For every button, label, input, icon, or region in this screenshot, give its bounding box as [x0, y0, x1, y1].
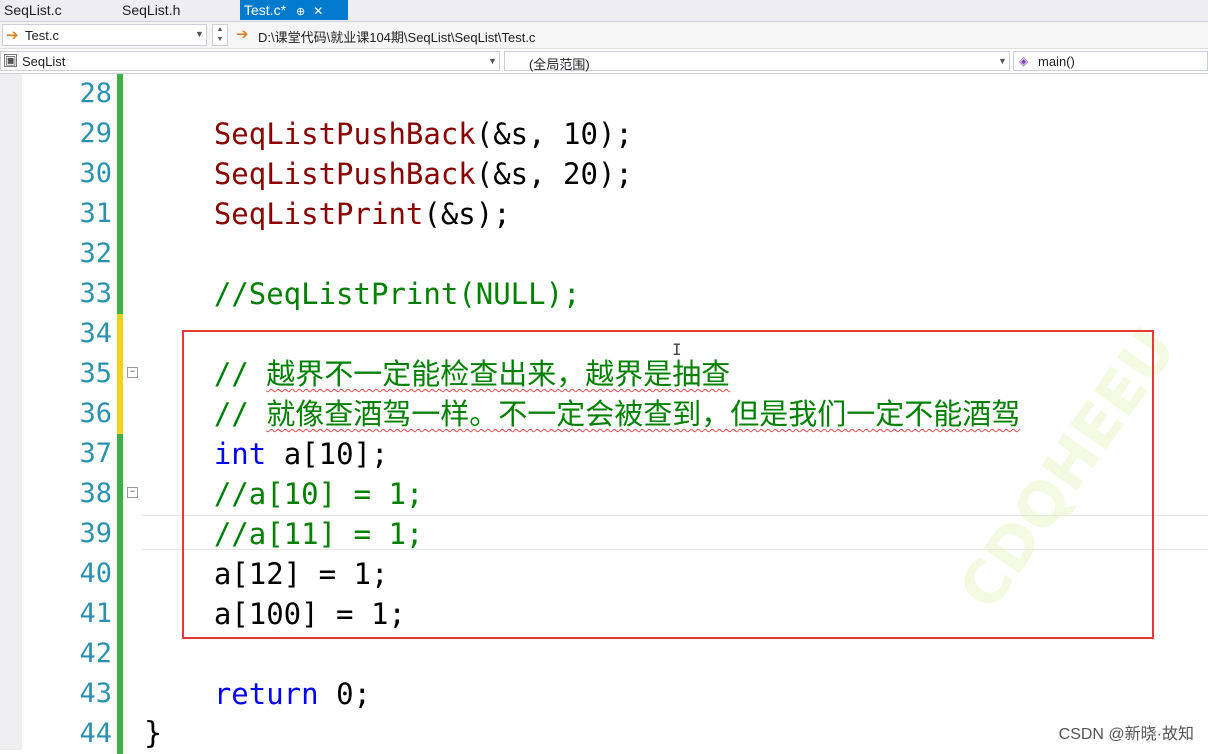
- code-text: //SeqListPrint(NULL);: [144, 274, 581, 314]
- chevron-down-icon: ▼: [195, 29, 204, 39]
- closing-brace: }: [144, 716, 163, 751]
- code-line[interactable]: 32: [0, 234, 1208, 274]
- project-dropdown[interactable]: ▣ SeqList ▼: [0, 51, 500, 71]
- code-token: SeqListPrint: [213, 197, 424, 231]
- line-number: 36: [79, 398, 112, 429]
- change-indicator: [117, 394, 123, 434]
- line-number: 38: [79, 478, 112, 509]
- fold-toggle-icon[interactable]: −: [127, 367, 138, 378]
- code-line[interactable]: 29 SeqListPushBack(&s, 10);: [0, 114, 1208, 154]
- line-number: 28: [79, 78, 112, 109]
- file-dropdown-value: Test.c: [25, 28, 59, 43]
- change-indicator: [117, 114, 123, 154]
- path-bar: ➔ Test.c ▼ ▲ ▼ ➔ D:\课堂代码\就业课104期\SeqList\…: [0, 22, 1208, 49]
- change-indicator: [117, 634, 123, 674]
- change-indicator: [117, 434, 123, 474]
- code-line[interactable]: 31 SeqListPrint(&s);: [0, 194, 1208, 234]
- code-token: (&s, 10);: [475, 117, 633, 151]
- code-token: (&s);: [423, 197, 511, 231]
- code-token: SeqListPushBack: [213, 157, 476, 191]
- change-indicator: [117, 74, 123, 114]
- code-editor[interactable]: CDQHEEU 28 29 SeqListPushBack(&s, 10); 30 …: [0, 74, 1208, 754]
- code-token: (&s, 20);: [475, 157, 633, 191]
- scroll-spinner[interactable]: ▲ ▼: [212, 24, 228, 46]
- tab-test-c[interactable]: Test.c* ⊕ ✕: [240, 0, 348, 20]
- line-number: 41: [79, 598, 112, 629]
- line-number: 34: [79, 318, 112, 349]
- tab-seqlist-h[interactable]: SeqList.h: [118, 0, 184, 20]
- line-number: 33: [79, 278, 112, 309]
- code-line[interactable]: 44}: [0, 714, 1208, 754]
- tab-label: SeqList.h: [122, 2, 181, 18]
- project-icon: ▣: [4, 53, 17, 67]
- line-number: 40: [79, 558, 112, 589]
- arrow-right-icon: ➔: [6, 27, 19, 44]
- line-number: 42: [79, 638, 112, 669]
- line-number: 35: [79, 358, 112, 389]
- code-text: SeqListPrint(&s);: [144, 194, 511, 234]
- annotation-highlight-box: [182, 330, 1154, 639]
- credit-watermark: CSDN @新晓·故知: [1058, 726, 1194, 743]
- change-indicator: [117, 474, 123, 514]
- line-number: 43: [79, 678, 112, 709]
- code-token: 0;: [318, 677, 371, 711]
- scope-dropdown[interactable]: (全局范围) ▼: [504, 51, 1010, 72]
- line-number: 29: [79, 118, 112, 149]
- change-indicator: [117, 674, 123, 714]
- scope-dropdown-value: (全局范围): [529, 57, 590, 72]
- change-indicator: [117, 554, 123, 594]
- arrow-right-icon: ➔: [236, 26, 249, 43]
- chevron-down-icon: ▼: [488, 56, 497, 66]
- text-cursor-icon: I: [672, 340, 682, 359]
- tab-seqlist-c[interactable]: SeqList.c: [0, 0, 66, 20]
- code-token: SeqListPushBack: [213, 117, 476, 151]
- file-dropdown[interactable]: ➔ Test.c ▼: [2, 24, 207, 46]
- code-line[interactable]: 28: [0, 74, 1208, 114]
- navigation-bar: ▣ SeqList ▼ (全局范围) ▼ ◈ main(): [0, 49, 1208, 74]
- line-number: 32: [79, 238, 112, 269]
- pin-icon[interactable]: ⊕: [296, 2, 305, 22]
- change-indicator: [117, 514, 123, 554]
- code-token: //SeqListPrint(NULL);: [213, 277, 581, 311]
- code-line[interactable]: 33 //SeqListPrint(NULL);: [0, 274, 1208, 314]
- chevron-down-icon: ▼: [998, 56, 1007, 66]
- line-number: 37: [79, 438, 112, 469]
- code-text: SeqListPushBack(&s, 20);: [144, 154, 633, 194]
- member-dropdown[interactable]: ◈ main(): [1013, 51, 1208, 71]
- file-path: D:\课堂代码\就业课104期\SeqList\SeqList\Test.c: [258, 30, 536, 45]
- line-number: 31: [79, 198, 112, 229]
- code-line[interactable]: 42: [0, 634, 1208, 674]
- close-icon[interactable]: ✕: [313, 1, 323, 21]
- code-text: return 0;: [144, 674, 371, 714]
- tab-label: SeqList.c: [4, 2, 62, 18]
- project-dropdown-value: SeqList: [22, 54, 66, 69]
- line-number: 30: [79, 158, 112, 189]
- change-indicator: [117, 274, 123, 314]
- code-token: return: [213, 677, 319, 711]
- change-indicator: [117, 194, 123, 234]
- change-indicator: [117, 594, 123, 634]
- code-line[interactable]: 43 return 0;: [0, 674, 1208, 714]
- member-dropdown-value: main(): [1038, 54, 1075, 69]
- change-indicator: [117, 154, 123, 194]
- change-indicator: [117, 314, 123, 354]
- code-text: SeqListPushBack(&s, 10);: [144, 114, 633, 154]
- tab-label: Test.c*: [244, 2, 287, 18]
- document-tab-strip: SeqList.c SeqList.h Test.c* ⊕ ✕: [0, 0, 1208, 22]
- code-line[interactable]: 30 SeqListPushBack(&s, 20);: [0, 154, 1208, 194]
- change-indicator: [117, 234, 123, 274]
- method-icon: ◈: [1019, 54, 1029, 68]
- change-indicator: [117, 714, 123, 754]
- change-indicator: [117, 354, 123, 394]
- fold-toggle-icon[interactable]: −: [127, 487, 138, 498]
- line-number: 44: [79, 718, 112, 749]
- line-number: 39: [79, 518, 112, 549]
